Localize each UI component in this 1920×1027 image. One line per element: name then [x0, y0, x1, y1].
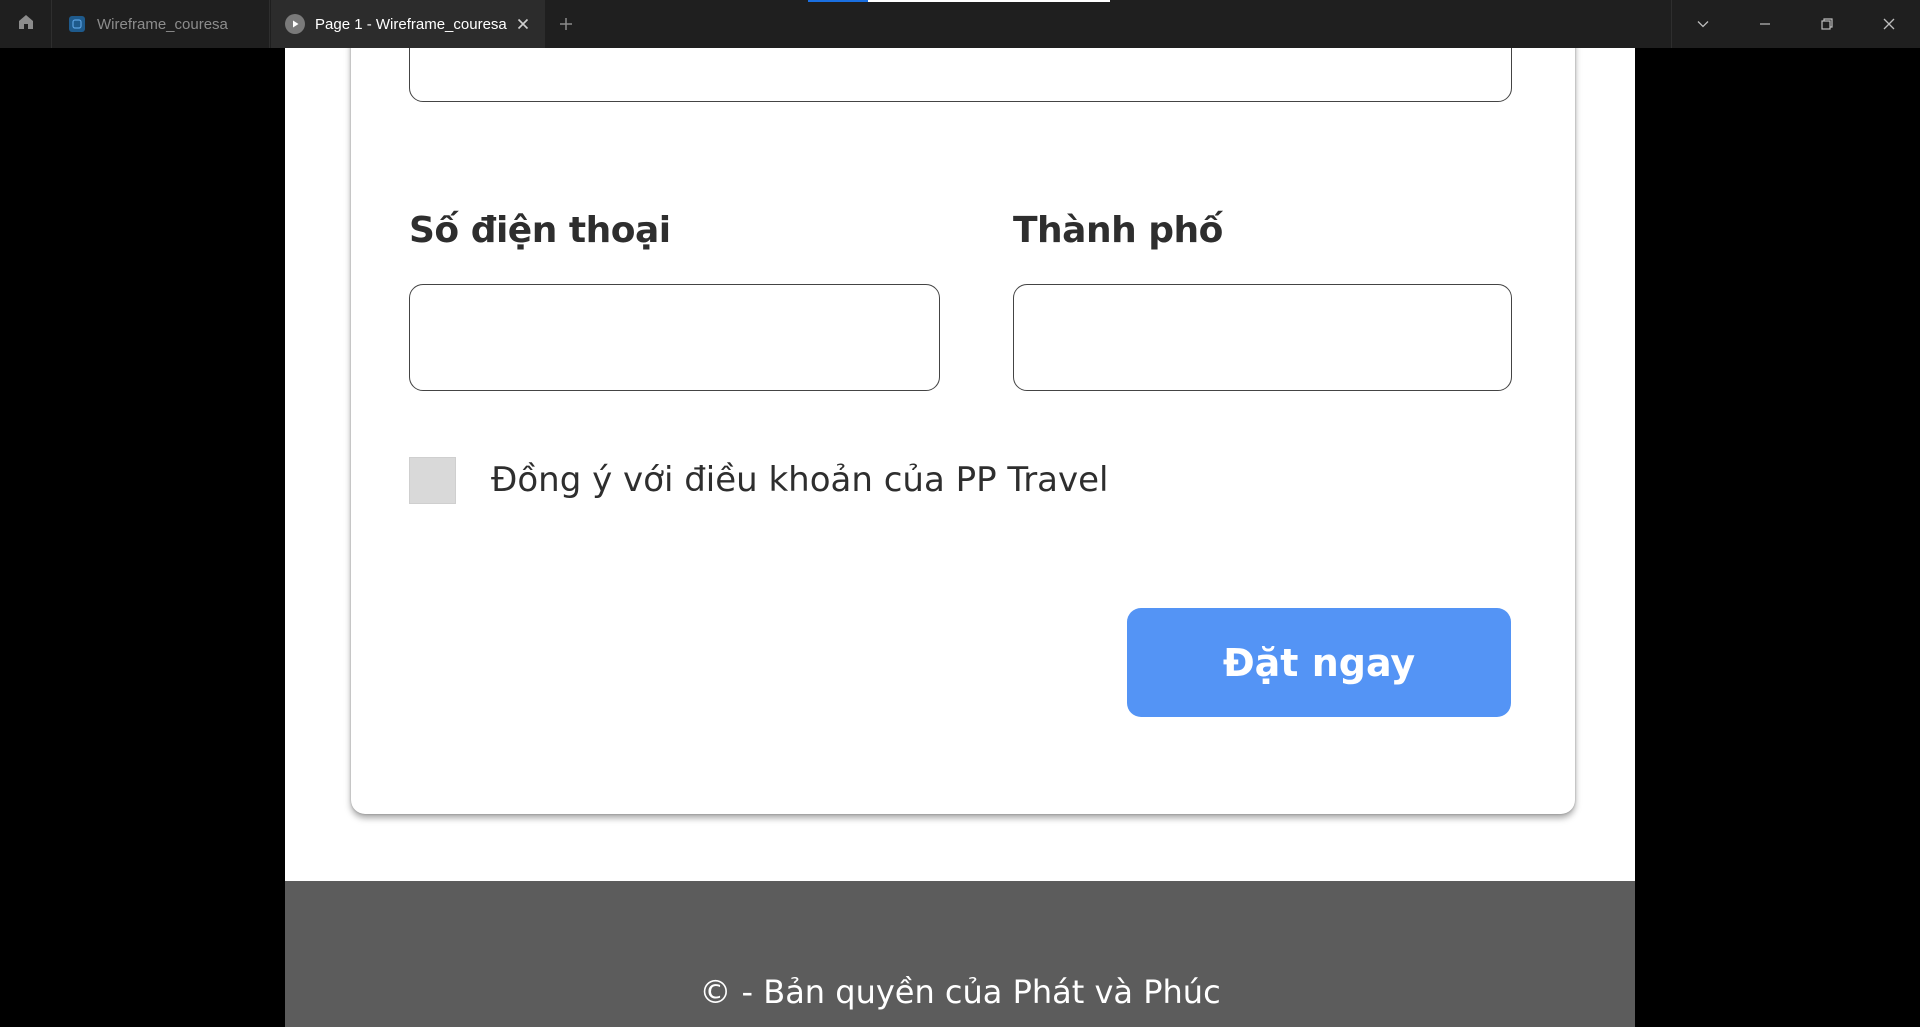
- tab-wireframe[interactable]: Wireframe_couresa: [53, 0, 270, 48]
- booking-form-card: Số điện thoại Thành phố Đồng ý với điều …: [351, 48, 1575, 814]
- window-controls: [1671, 0, 1920, 48]
- footer: © - Bản quyền của Phát và Phúc: [285, 881, 1635, 1027]
- close-window-icon[interactable]: [1858, 0, 1920, 48]
- prototype-page: Số điện thoại Thành phố Đồng ý với điều …: [285, 48, 1635, 1027]
- terms-label: Đồng ý với điều khoản của PP Travel: [491, 460, 1109, 500]
- loading-bar-fill: [808, 0, 868, 2]
- home-button[interactable]: [0, 0, 52, 48]
- tab-label: Page 1 - Wireframe_couresa: [315, 15, 507, 33]
- restore-icon[interactable]: [1796, 0, 1858, 48]
- home-icon: [17, 13, 35, 36]
- previous-field-input[interactable]: [409, 48, 1512, 102]
- close-icon[interactable]: [515, 16, 531, 32]
- phone-input[interactable]: [409, 284, 940, 391]
- phone-label: Số điện thoại: [409, 210, 671, 251]
- plus-icon[interactable]: [556, 14, 576, 34]
- tab-label: Wireframe_couresa: [97, 15, 228, 33]
- chevron-down-icon[interactable]: [1672, 0, 1734, 48]
- book-now-button[interactable]: Đặt ngay: [1127, 608, 1511, 717]
- city-input[interactable]: [1013, 284, 1512, 391]
- minimize-icon[interactable]: [1734, 0, 1796, 48]
- tab-page-1[interactable]: Page 1 - Wireframe_couresa: [271, 0, 545, 48]
- terms-checkbox[interactable]: [409, 457, 456, 504]
- title-bar: Wireframe_couresa Page 1 - Wireframe_cou…: [0, 0, 1920, 48]
- figma-file-icon: [69, 16, 85, 32]
- copyright-text: © - Bản quyền của Phát và Phúc: [699, 973, 1221, 1011]
- city-label: Thành phố: [1013, 210, 1223, 251]
- play-icon: [285, 14, 305, 34]
